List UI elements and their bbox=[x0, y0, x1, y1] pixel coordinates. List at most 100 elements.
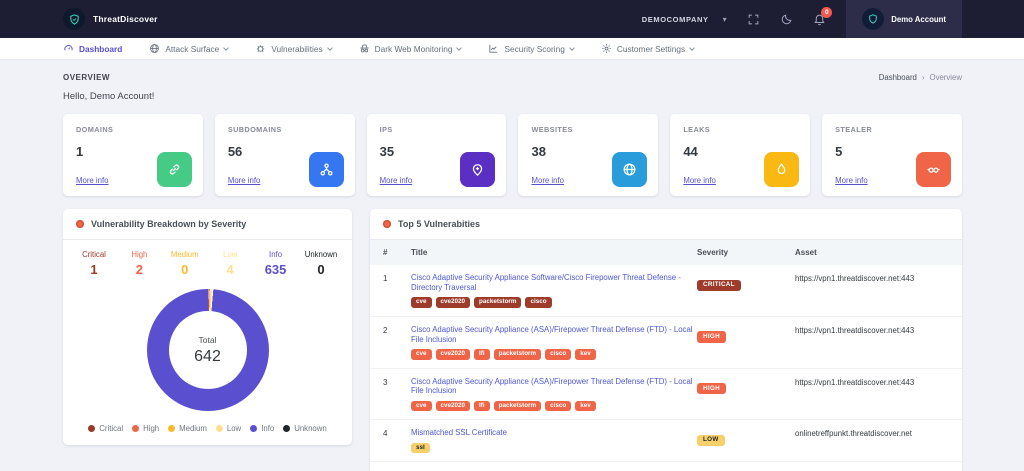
legend-dot-icon bbox=[250, 425, 257, 432]
tag-badge: lfi bbox=[474, 349, 490, 359]
tag-badge: packetstorm bbox=[474, 297, 521, 307]
vulnerability-link[interactable]: Cisco Adaptive Security Appliance (ASA)/… bbox=[411, 377, 693, 396]
panel-title: Top 5 Vulnerabities bbox=[398, 219, 480, 229]
tag-badge: packetstorm bbox=[494, 401, 541, 411]
dark-mode-toggle[interactable] bbox=[780, 13, 793, 26]
speedometer-icon bbox=[63, 43, 74, 54]
more-info-link[interactable]: More info bbox=[380, 176, 413, 185]
more-info-link[interactable]: More info bbox=[76, 176, 109, 185]
nav-label: Dark Web Monitoring bbox=[375, 44, 453, 54]
asset-text: https://vpn1.threatdiscover.net:443 bbox=[795, 325, 949, 335]
donut-center: Total 642 bbox=[169, 311, 247, 389]
nav-label: Customer Settings bbox=[617, 44, 685, 54]
nav-item-customer-settings[interactable]: Customer Settings bbox=[601, 43, 694, 54]
nav-item-dark-web-monitoring[interactable]: Dark Web Monitoring bbox=[359, 43, 462, 54]
severity-donut-chart[interactable]: Total 642 bbox=[147, 289, 269, 411]
vulnerability-link[interactable]: Cisco Adaptive Security Appliance (ASA)/… bbox=[411, 325, 693, 344]
stat-label: IPS bbox=[380, 125, 494, 134]
notifications-button[interactable]: 0 bbox=[813, 13, 826, 26]
avatar bbox=[862, 8, 884, 30]
severity-breakdown-panel: Vulnerability Breakdown by Severity Crit… bbox=[63, 209, 352, 445]
mask-icon[interactable] bbox=[916, 152, 951, 187]
col-title: Title bbox=[411, 248, 693, 257]
globe-icon bbox=[149, 43, 160, 54]
more-info-link[interactable]: More info bbox=[683, 176, 716, 185]
chevron-down-icon bbox=[457, 45, 463, 51]
asset-text: https://vpn1.threatdiscover.net:443 bbox=[795, 377, 949, 387]
legend-item-high[interactable]: High bbox=[132, 424, 159, 433]
row-number: 2 bbox=[383, 325, 407, 335]
tag-badge: kev bbox=[575, 349, 596, 359]
legend-item-info[interactable]: Info bbox=[250, 424, 274, 433]
shield-icon bbox=[868, 14, 878, 24]
more-info-link[interactable]: More info bbox=[531, 176, 564, 185]
breadcrumb-parent[interactable]: Dashboard bbox=[879, 73, 917, 82]
table-header: # Title Severity Asset bbox=[370, 240, 962, 265]
row-number: 1 bbox=[383, 273, 407, 283]
app-window: ThreatDiscover DEMOCOMPANY ▾ bbox=[0, 0, 1024, 471]
link-icon[interactable] bbox=[157, 152, 192, 187]
severity-badge: CRITICAL bbox=[697, 280, 741, 291]
tag-badge: cisco bbox=[525, 297, 551, 307]
table-row: 2 Cisco Adaptive Security Appliance (ASA… bbox=[370, 317, 962, 369]
topbar: ThreatDiscover DEMOCOMPANY ▾ bbox=[0, 0, 1024, 38]
moon-icon bbox=[780, 13, 793, 26]
legend-item-critical[interactable]: Critical bbox=[88, 424, 123, 433]
shield-icon bbox=[69, 14, 80, 25]
company-selector[interactable]: DEMOCOMPANY ▾ bbox=[642, 15, 728, 24]
stat-card-subdomains: SUBDOMAINS 56 More info bbox=[215, 114, 355, 196]
legend-item-low[interactable]: Low bbox=[216, 424, 241, 433]
tag-badge: cisco bbox=[545, 401, 571, 411]
nav-item-attack-surface[interactable]: Attack Surface bbox=[149, 43, 228, 54]
legend-dot-icon bbox=[132, 425, 139, 432]
globe-icon[interactable] bbox=[612, 152, 647, 187]
tag-badge: cve2020 bbox=[436, 349, 471, 359]
vulnerability-link[interactable]: Mismatched SSL Certificate bbox=[411, 428, 693, 438]
main-content: OVERVIEW Dashboard › Overview Hello, Dem… bbox=[0, 60, 1024, 471]
breadcrumb-separator-icon: › bbox=[922, 73, 925, 82]
main-nav: Dashboard Attack Surface Vulnerabilities… bbox=[0, 38, 1024, 60]
user-menu[interactable]: Demo Account bbox=[846, 0, 962, 38]
stat-card-leaks: LEAKS 44 More info bbox=[670, 114, 810, 196]
more-info-link[interactable]: More info bbox=[228, 176, 261, 185]
col-num: # bbox=[383, 248, 407, 257]
brand[interactable]: ThreatDiscover bbox=[63, 8, 158, 30]
legend-dot-icon bbox=[283, 425, 290, 432]
more-info-link[interactable]: More info bbox=[835, 176, 868, 185]
brand-logo bbox=[63, 8, 85, 30]
nav-item-security-scoring[interactable]: Security Scoring bbox=[488, 43, 573, 54]
tag-list: cve cve2020 lfi packetstorm cisco kev bbox=[411, 349, 693, 359]
tag-list: cve cve2020 packetstorm cisco bbox=[411, 297, 693, 307]
stat-label: STEALER bbox=[835, 125, 949, 134]
legend-item-unknown[interactable]: Unknown bbox=[283, 424, 327, 433]
legend-item-medium[interactable]: Medium bbox=[168, 424, 207, 433]
map-pin-icon[interactable] bbox=[460, 152, 495, 187]
page-title: OVERVIEW bbox=[63, 73, 110, 82]
nav-label: Dashboard bbox=[79, 44, 122, 54]
table-row: 3 Cisco Adaptive Security Appliance (ASA… bbox=[370, 369, 962, 421]
tag-badge: kev bbox=[575, 401, 596, 411]
row-number: 3 bbox=[383, 377, 407, 387]
stat-label: LEAKS bbox=[683, 125, 797, 134]
nav-label: Attack Surface bbox=[165, 44, 219, 54]
spy-icon bbox=[359, 43, 370, 54]
col-asset: Asset bbox=[795, 248, 949, 257]
fullscreen-icon bbox=[747, 13, 760, 26]
vulnerability-link[interactable]: Cisco Adaptive Security Appliance Softwa… bbox=[411, 273, 693, 292]
chevron-down-icon bbox=[223, 45, 229, 51]
nav-item-dashboard[interactable]: Dashboard bbox=[63, 43, 122, 54]
severity-stat-critical: Critical 1 bbox=[77, 250, 111, 277]
legend-dot-icon bbox=[168, 425, 175, 432]
nav-item-vulnerabilities[interactable]: Vulnerabilities bbox=[255, 43, 331, 54]
severity-badge: HIGH bbox=[697, 383, 726, 394]
stat-label: DOMAINS bbox=[76, 125, 190, 134]
sitemap-icon[interactable] bbox=[309, 152, 344, 187]
fullscreen-button[interactable] bbox=[747, 13, 760, 26]
chevron-down-icon bbox=[327, 45, 333, 51]
tag-badge: cve bbox=[411, 401, 432, 411]
panel-title: Vulnerability Breakdown by Severity bbox=[91, 219, 246, 229]
chevron-down-icon bbox=[569, 45, 575, 51]
stat-label: WEBSITES bbox=[531, 125, 645, 134]
stat-cards: DOMAINS 1 More info SUBDOMAINS 56 More i… bbox=[63, 114, 962, 196]
droplet-icon[interactable] bbox=[764, 152, 799, 187]
